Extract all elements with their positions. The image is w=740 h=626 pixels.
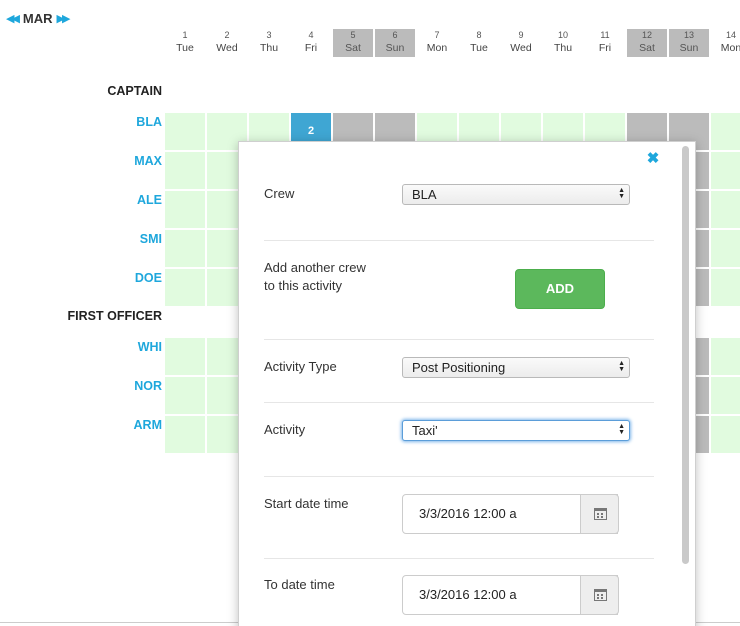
roster-cell[interactable] — [711, 230, 740, 267]
add-crew-button[interactable]: ADD — [515, 269, 605, 309]
calendar-icon — [594, 589, 607, 601]
day-number: 10 — [557, 30, 568, 40]
day-name: Sun — [679, 42, 699, 54]
roster-cell[interactable] — [165, 230, 205, 267]
day-number: 14 — [725, 30, 736, 40]
month-nav: ◀◀ MAR ▶▶ — [6, 10, 71, 26]
day-header: 10 Thu — [543, 29, 583, 57]
start-date-label: Start date time — [264, 496, 349, 511]
roster-cell[interactable] — [165, 113, 205, 150]
day-header: 5 Sat — [333, 29, 373, 57]
roster-cell[interactable] — [711, 377, 740, 414]
add-crew-label: Add another crew to this activity — [264, 260, 366, 293]
start-date-calendar-button[interactable] — [580, 494, 619, 534]
next-month-icon[interactable]: ▶▶ — [57, 12, 71, 25]
select-arrows-icon: ▲ ▼ — [618, 423, 625, 436]
day-name: Wed — [216, 42, 238, 54]
day-header: 13 Sun — [669, 29, 709, 57]
day-number: 4 — [308, 30, 314, 40]
day-name: Tue — [176, 42, 194, 54]
roster-cell[interactable] — [165, 416, 205, 453]
activity-type-label: Activity Type — [264, 359, 337, 374]
activity-type-select[interactable]: Post Positioning ▲ ▼ — [402, 357, 630, 378]
day-number: 2 — [224, 30, 230, 40]
crew-row-label[interactable]: ARM — [134, 418, 162, 432]
month-label: MAR — [22, 10, 53, 26]
crew-select-value: BLA — [412, 187, 437, 202]
day-name: Wed — [510, 42, 532, 54]
activity-value: Taxi' — [412, 423, 438, 438]
activity-label: Activity — [264, 422, 306, 437]
calendar-icon — [594, 508, 607, 520]
crew-row-label[interactable]: DOE — [135, 271, 162, 285]
day-name: Fri — [304, 42, 318, 54]
day-name: Mon — [426, 42, 448, 54]
day-number: 12 — [641, 30, 652, 40]
day-number: 11 — [600, 30, 610, 40]
day-number: 1 — [182, 30, 188, 40]
day-name: Fri — [598, 42, 612, 54]
roster-cell[interactable] — [711, 338, 740, 375]
day-header: 14 Mon — [711, 29, 740, 57]
day-header: 4 Fri — [291, 29, 331, 57]
day-name: Thu — [553, 42, 573, 54]
crew-row-label[interactable]: SMI — [140, 232, 162, 246]
day-header: 12 Sat — [627, 29, 667, 57]
to-date-label: To date time — [264, 577, 335, 592]
roster-cell[interactable] — [165, 377, 205, 414]
roster-cell[interactable] — [711, 269, 740, 306]
section-title: FIRST OFFICER — [67, 309, 162, 323]
day-header: 11 Fri — [585, 29, 625, 57]
crew-row-label[interactable]: NOR — [134, 379, 162, 393]
roster-cell[interactable] — [165, 191, 205, 228]
day-header: 7 Mon — [417, 29, 457, 57]
day-name: Thu — [259, 42, 279, 54]
day-header: 2 Wed — [207, 29, 247, 57]
select-arrows-icon: ▲ ▼ — [618, 187, 625, 200]
prev-month-icon[interactable]: ◀◀ — [6, 12, 20, 25]
roster-cell[interactable] — [165, 269, 205, 306]
roster-cell[interactable] — [165, 338, 205, 375]
roster-cell[interactable] — [711, 191, 740, 228]
modal-scrollbar[interactable] — [679, 142, 693, 626]
activity-modal: ✖ Crew BLA ▲ ▼ Add another crew to this a… — [238, 141, 696, 626]
scrollbar-thumb[interactable] — [682, 146, 689, 564]
activity-type-value: Post Positioning — [412, 360, 506, 375]
roster-cell[interactable] — [165, 152, 205, 189]
day-number: 6 — [392, 30, 398, 40]
day-name: Mon — [720, 42, 740, 54]
day-header: 6 Sun — [375, 29, 415, 57]
day-name: Tue — [470, 42, 488, 54]
day-header: 9 Wed — [501, 29, 541, 57]
crew-row-label[interactable]: WHI — [138, 340, 162, 354]
day-name: Sat — [639, 42, 655, 54]
day-header: 3 Thu — [249, 29, 289, 57]
roster-cell[interactable] — [711, 152, 740, 189]
day-number: 7 — [434, 30, 440, 40]
crew-row-label[interactable]: ALE — [137, 193, 162, 207]
crew-label: Crew — [264, 186, 295, 201]
day-name: Sun — [385, 42, 405, 54]
day-header: 8 Tue — [459, 29, 499, 57]
crew-row-label[interactable]: MAX — [134, 154, 162, 168]
activity-select[interactable]: Taxi' ▲ ▼ — [402, 420, 630, 441]
section-title: CAPTAIN — [107, 84, 162, 98]
crew-row-label[interactable]: BLA — [136, 115, 162, 129]
day-number: 3 — [266, 30, 272, 40]
day-number: 13 — [683, 30, 694, 40]
day-header: 1 Tue — [165, 29, 205, 57]
select-arrows-icon: ▲ ▼ — [618, 360, 625, 373]
roster-cell[interactable] — [711, 113, 740, 150]
crew-select[interactable]: BLA ▲ ▼ — [402, 184, 630, 205]
roster-cell[interactable] — [711, 416, 740, 453]
day-number: 9 — [518, 30, 524, 40]
day-number: 8 — [476, 30, 482, 40]
day-name: Sat — [345, 42, 361, 54]
day-number: 5 — [350, 30, 356, 40]
to-date-calendar-button[interactable] — [580, 575, 619, 615]
